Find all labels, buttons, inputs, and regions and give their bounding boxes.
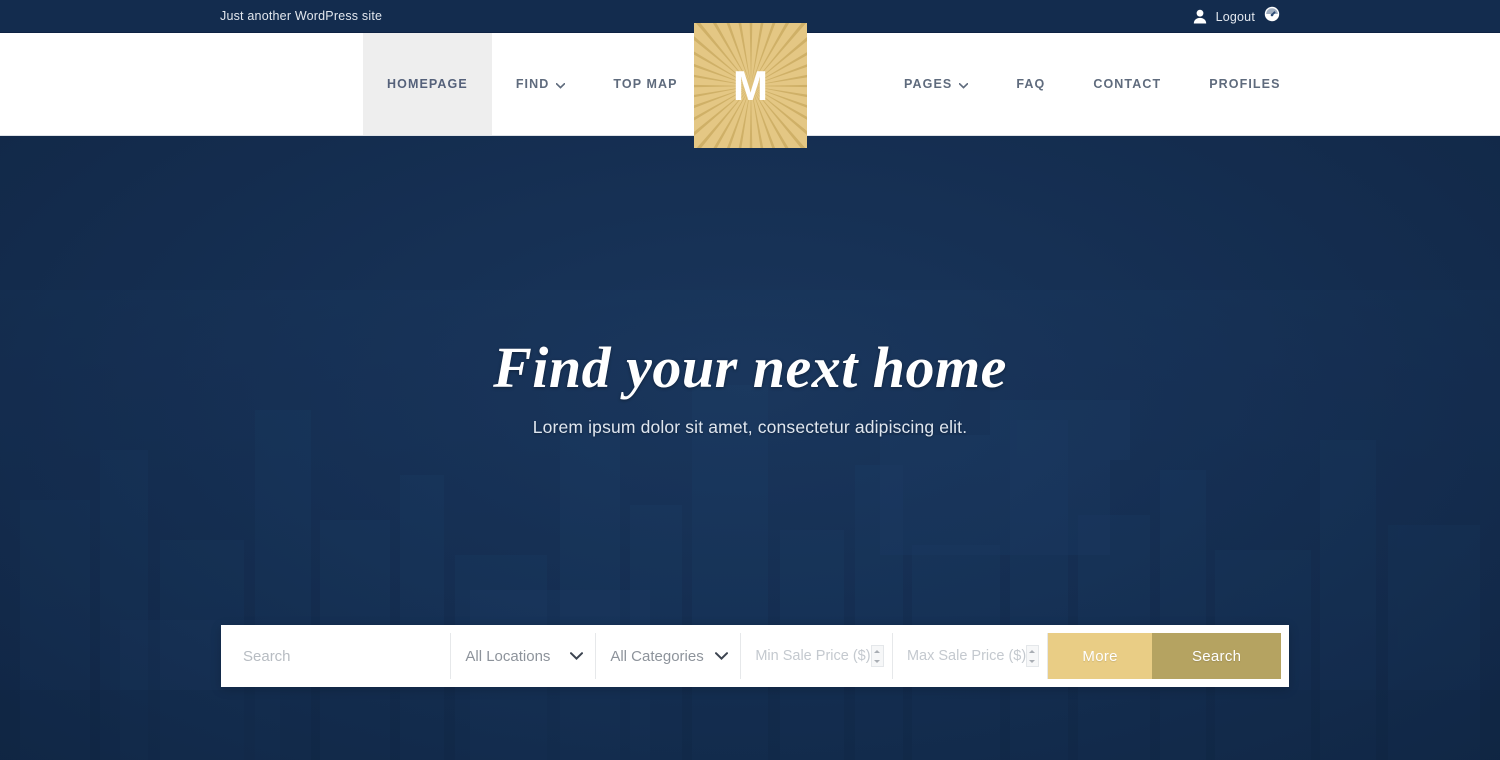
primary-nav-left: HOMEPAGE FIND TOP MAP — [363, 33, 702, 135]
top-bar-account-area: Logout — [1193, 0, 1280, 33]
logout-link[interactable]: Logout — [1216, 10, 1255, 24]
location-select-label: All Locations — [465, 647, 551, 665]
chevron-down-icon — [959, 78, 969, 92]
nav-item-label: HOMEPAGE — [387, 77, 468, 91]
min-price-field[interactable]: Min Sale Price ($) — [741, 633, 893, 679]
site-logo[interactable]: M — [694, 23, 807, 148]
max-price-stepper[interactable] — [1025, 645, 1039, 667]
nav-item-pages[interactable]: PAGES — [880, 33, 992, 135]
stepper-down-icon[interactable] — [872, 656, 883, 666]
hero-section: Find your next home Lorem ipsum dolor si… — [0, 136, 1500, 760]
nav-item-profiles[interactable]: PROFILES — [1185, 33, 1304, 135]
nav-item-label: CONTACT — [1093, 77, 1162, 91]
chevron-down-icon — [715, 647, 729, 665]
stepper-up-icon[interactable] — [1027, 646, 1038, 656]
hero-subtitle: Lorem ipsum dolor sit amet, consectetur … — [532, 417, 968, 437]
location-select[interactable]: All Locations — [451, 633, 597, 679]
primary-nav-right: PAGES FAQ CONTACT PROFILES — [880, 33, 1305, 135]
stepper-down-icon[interactable] — [1027, 656, 1038, 666]
min-price-placeholder: Min Sale Price ($) — [755, 648, 871, 664]
max-price-placeholder: Max Sale Price ($) — [906, 648, 1026, 664]
nav-item-label: PROFILES — [1209, 77, 1281, 91]
site-tagline: Just another WordPress site — [220, 9, 383, 23]
page-root: Just another WordPress site Logout HOMEP… — [0, 0, 1500, 760]
user-icon — [1193, 9, 1207, 24]
nav-item-contact[interactable]: CONTACT — [1069, 33, 1185, 135]
nav-item-label: PAGES — [904, 77, 953, 91]
nav-item-faq[interactable]: FAQ — [992, 33, 1069, 135]
search-submit-button[interactable]: Search — [1152, 633, 1281, 679]
stepper-up-icon[interactable] — [872, 646, 883, 656]
property-search-bar: All Locations All Categories Min Sale Pr… — [221, 625, 1289, 687]
nav-item-top-map[interactable]: TOP MAP — [589, 33, 701, 135]
chevron-down-icon — [570, 647, 584, 665]
chevron-down-icon — [556, 78, 566, 92]
min-price-stepper[interactable] — [870, 645, 884, 667]
search-input[interactable] — [229, 633, 451, 679]
nav-item-label: FIND — [515, 77, 550, 91]
hero-title: Find your next home — [493, 335, 1007, 400]
search-keyword-field[interactable] — [229, 633, 452, 679]
nav-item-label: TOP MAP — [613, 77, 678, 91]
nav-item-label: FAQ — [1016, 77, 1046, 91]
logo-letter: M — [733, 61, 768, 109]
dashboard-gauge-icon[interactable] — [1264, 6, 1280, 27]
nav-item-homepage[interactable]: HOMEPAGE — [363, 33, 492, 135]
category-select-label: All Categories — [610, 647, 704, 665]
max-price-field[interactable]: Max Sale Price ($) — [892, 633, 1048, 679]
nav-item-find[interactable]: FIND — [492, 33, 590, 135]
category-select[interactable]: All Categories — [596, 633, 742, 679]
more-filters-button[interactable]: More — [1047, 633, 1153, 679]
